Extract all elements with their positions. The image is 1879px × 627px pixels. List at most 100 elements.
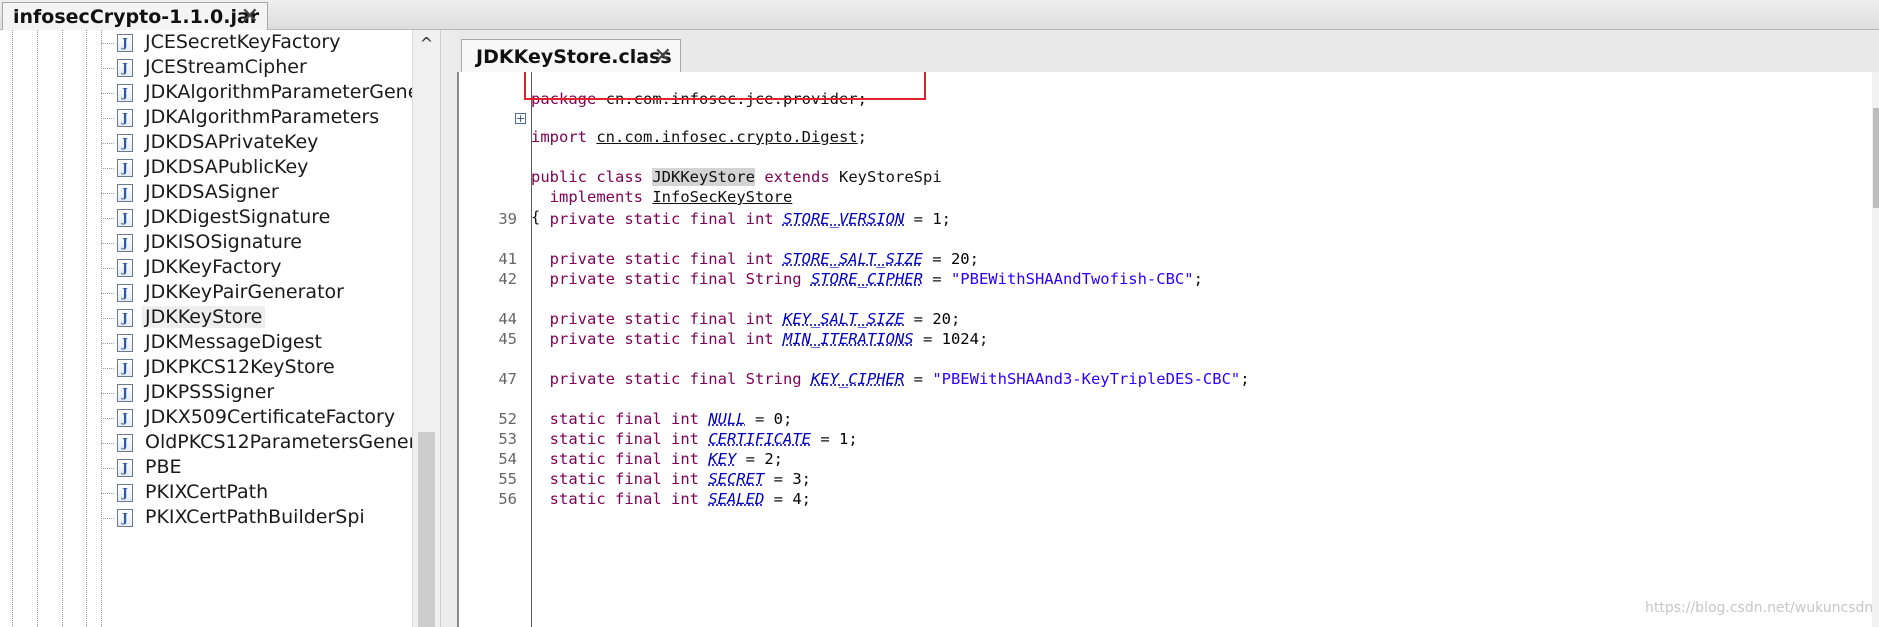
tree-item-label: JDKMessageDigest bbox=[145, 331, 322, 353]
keyword: import bbox=[531, 128, 587, 146]
tree-connector bbox=[101, 293, 114, 294]
java-class-file-icon: J bbox=[117, 34, 133, 52]
code-editor[interactable]: package cn.com.infosec.jce.provider; + i… bbox=[457, 72, 1879, 627]
field-name: STORE_CIPHER bbox=[810, 270, 923, 288]
modifiers: private static final String bbox=[549, 270, 802, 288]
tree-item-label: JDKDigestSignature bbox=[145, 206, 331, 228]
tree-connector bbox=[101, 343, 114, 344]
modifiers: private static final int bbox=[549, 330, 774, 348]
tab-jar-file[interactable]: infosecCrypto-1.1.0.jar ✕ bbox=[2, 2, 268, 30]
tree-item-label: JDKPSSSigner bbox=[145, 381, 275, 403]
line-number: 45 bbox=[498, 330, 517, 348]
field-name: NULL bbox=[708, 410, 746, 428]
package-highlight-box bbox=[524, 72, 926, 100]
class-tree: J JCESecretKeyFactory J JCEStreamCipher J JDK… bbox=[0, 30, 440, 627]
pane-splitter[interactable] bbox=[440, 30, 457, 627]
line-number: 53 bbox=[498, 430, 517, 448]
tree-connector bbox=[101, 318, 114, 319]
field-name: STORE_VERSION bbox=[782, 210, 905, 228]
java-class-file-icon: J bbox=[117, 209, 133, 227]
java-class-file-icon: J bbox=[117, 84, 133, 102]
code-line-field: 39 private static final int STORE_VERSIO… bbox=[459, 210, 1859, 234]
tree-item-label: JCEStreamCipher bbox=[145, 56, 307, 78]
java-class-file-icon: J bbox=[117, 284, 133, 302]
field-value: 1 bbox=[838, 430, 849, 448]
field-value: 4 bbox=[792, 490, 802, 508]
code-line-import: import cn.com.infosec.crypto.Digest; bbox=[459, 110, 1859, 146]
modifiers: private static final int bbox=[549, 210, 774, 228]
field-name: SECRET bbox=[708, 470, 765, 488]
tree-item-label: JDKAlgorithmParameterGenera bbox=[145, 81, 439, 103]
code-line-field: 45 private static final int MIN_ITERATIO… bbox=[459, 330, 1859, 354]
tree-item-label: JDKDSAPublicKey bbox=[145, 156, 309, 178]
java-class-file-icon: J bbox=[117, 59, 133, 77]
java-class-file-icon: J bbox=[117, 309, 133, 327]
tree-item-label: JDKISOSignature bbox=[145, 231, 302, 253]
java-class-file-icon: J bbox=[117, 509, 133, 527]
field-name: KEY_SALT_SIZE bbox=[782, 310, 905, 328]
tree-scrollbar[interactable]: ^ bbox=[412, 30, 440, 627]
tree-connector bbox=[101, 418, 114, 419]
java-class-file-icon: J bbox=[117, 359, 133, 377]
editor-scrollbar-thumb[interactable] bbox=[1873, 108, 1879, 208]
code-line-field: 47 private static final String KEY_CIPHE… bbox=[459, 370, 1859, 394]
close-icon[interactable]: ✕ bbox=[654, 44, 672, 69]
tree-item-label: JDKKeyStore bbox=[142, 306, 266, 328]
tree-item-label: JCESecretKeyFactory bbox=[145, 31, 341, 53]
java-class-file-icon: J bbox=[117, 109, 133, 127]
modifiers: static final int bbox=[549, 490, 699, 508]
field-name: SEALED bbox=[708, 490, 765, 508]
field-name: CERTIFICATE bbox=[708, 430, 811, 448]
tree-item-label: JDKX509CertificateFactory bbox=[145, 406, 396, 428]
import-link[interactable]: cn.com.infosec.crypto.Digest bbox=[596, 128, 857, 146]
line-number: 47 bbox=[498, 370, 517, 388]
modifiers: static final int bbox=[549, 470, 699, 488]
tree-item-label: JDKDSASigner bbox=[145, 181, 279, 203]
field-value: 1024 bbox=[941, 330, 979, 348]
tab-class-file-label: JDKKeyStore.class bbox=[476, 46, 672, 68]
field-name: STORE_SALT_SIZE bbox=[782, 250, 923, 268]
line-number: 42 bbox=[498, 270, 517, 288]
editor-tab-bar: JDKKeyStore.class ✕ bbox=[457, 30, 1879, 72]
tree-item-label: OldPKCS12ParametersGenerato bbox=[145, 431, 440, 453]
line-number: 52 bbox=[498, 410, 517, 428]
tab-jar-file-label: infosecCrypto-1.1.0.jar bbox=[13, 6, 260, 28]
scroll-up-arrow-icon[interactable]: ^ bbox=[413, 34, 440, 53]
tree-connector bbox=[101, 93, 114, 94]
line-number: 41 bbox=[498, 250, 517, 268]
java-class-file-icon: J bbox=[117, 234, 133, 252]
tree-connector bbox=[101, 368, 114, 369]
tree-item-label: JDKDSAPrivateKey bbox=[145, 131, 319, 153]
close-icon[interactable]: ✕ bbox=[241, 4, 259, 29]
field-value: 3 bbox=[792, 470, 802, 488]
tree-connector bbox=[101, 143, 114, 144]
field-value: 2 bbox=[764, 450, 774, 468]
line-number: 56 bbox=[498, 490, 517, 508]
tree-item[interactable]: J PKIXCertPathBuilderSpi bbox=[0, 503, 412, 533]
tree-connector bbox=[101, 118, 114, 119]
tab-class-file[interactable]: JDKKeyStore.class ✕ bbox=[461, 39, 681, 72]
field-value: 1 bbox=[932, 210, 942, 228]
tree-connector bbox=[101, 443, 114, 444]
tree-scrollbar-thumb[interactable] bbox=[418, 432, 435, 627]
file-tab-bar: infosecCrypto-1.1.0.jar ✕ bbox=[0, 0, 1879, 30]
field-value: 20 bbox=[932, 310, 951, 328]
modifiers: static final int bbox=[549, 410, 699, 428]
java-class-file-icon: J bbox=[117, 384, 133, 402]
java-class-file-icon: J bbox=[117, 184, 133, 202]
tree-connector bbox=[101, 68, 114, 69]
field-value: "PBEWithSHAAndTwofish-CBC" bbox=[950, 270, 1194, 288]
tree-item-label: JDKPKCS12KeyStore bbox=[145, 356, 335, 378]
modifiers: static final int bbox=[549, 430, 699, 448]
tree-item-label: JDKKeyFactory bbox=[145, 256, 282, 278]
modifiers: private static final int bbox=[549, 310, 774, 328]
tree-item-label: PBE bbox=[145, 456, 182, 478]
field-value: "PBEWithSHAAnd3-KeyTripleDES-CBC" bbox=[932, 370, 1241, 388]
field-value: 0 bbox=[773, 410, 783, 428]
java-class-file-icon: J bbox=[117, 334, 133, 352]
modifiers: static final int bbox=[549, 450, 699, 468]
line-number: 54 bbox=[498, 450, 517, 468]
java-class-file-icon: J bbox=[117, 459, 133, 477]
tree-item-label: JDKAlgorithmParameters bbox=[145, 106, 380, 128]
tree-connector bbox=[101, 393, 114, 394]
